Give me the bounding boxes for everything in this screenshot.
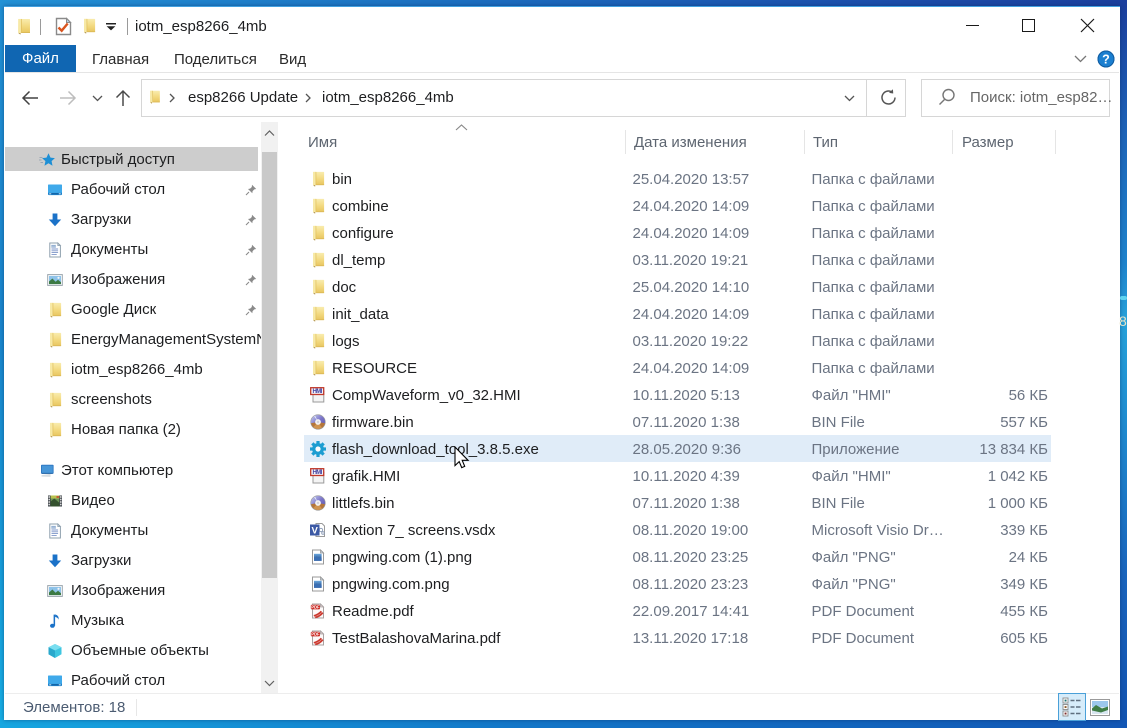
- svg-text:?: ?: [1102, 52, 1110, 66]
